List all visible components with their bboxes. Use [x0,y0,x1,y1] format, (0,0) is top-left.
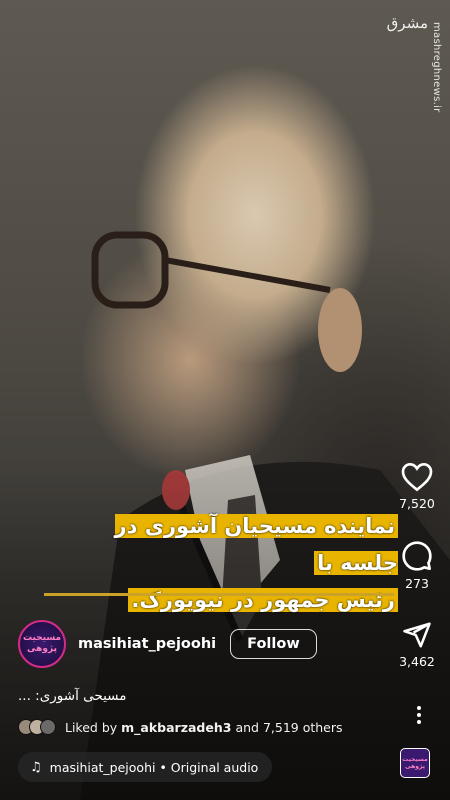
liked-by-row[interactable]: Liked by m_akbarzadeh3 and 7,519 others [18,719,343,735]
watermark-url: mashreghnews.ir [431,22,442,113]
liked-prefix: Liked by [65,719,118,735]
author-row: مسیحیت پژوهی masihiat_pejoohi Follow [18,618,317,670]
caption-underline [44,593,394,596]
audio-pill[interactable]: ♫ masihiat_pejoohi • Original audio [18,752,273,782]
audio-thumbnail[interactable]: مسیحیت پژوهی [400,748,430,778]
like-count: 7,520 [399,496,435,511]
caption-line-1: نماینده مسیحیان آشوری در جلسه با [114,514,398,575]
author-username[interactable]: masihiat_pejoohi [78,636,216,652]
comment-action[interactable]: 273 [392,540,442,591]
comment-bubble-icon[interactable] [401,540,433,572]
comment-count: 273 [405,576,429,591]
more-vertical-icon[interactable] [416,703,422,727]
liked-user[interactable]: m_akbarzadeh3 [121,720,231,735]
music-note-icon: ♫ [30,759,42,775]
video-caption: نماینده مسیحیان آشوری در جلسه با رئیس جم… [68,508,398,619]
share-action[interactable]: 3,462 [392,620,442,669]
post-description[interactable]: مسیحی آشوری: ... [18,688,126,704]
share-count: 3,462 [399,654,435,669]
caption-line-2: رئیس جمهور در نیویورک. [128,588,398,612]
liked-suffix: and 7,519 others [235,719,343,735]
audio-label: masihiat_pejoohi • Original audio [49,759,259,775]
avatar[interactable]: مسیحیت پژوهی [18,620,66,668]
liker-avatars [18,719,56,735]
liker-avatar [40,719,56,735]
follow-button[interactable]: Follow [230,629,317,659]
like-action[interactable]: 7,520 [392,462,442,511]
watermark-logo: مشرق [386,14,428,32]
reel-viewer: مشرق mashreghnews.ir نماینده مسیحیان آشو… [0,0,450,800]
heart-icon[interactable] [401,462,433,492]
paper-plane-icon[interactable] [402,620,432,650]
